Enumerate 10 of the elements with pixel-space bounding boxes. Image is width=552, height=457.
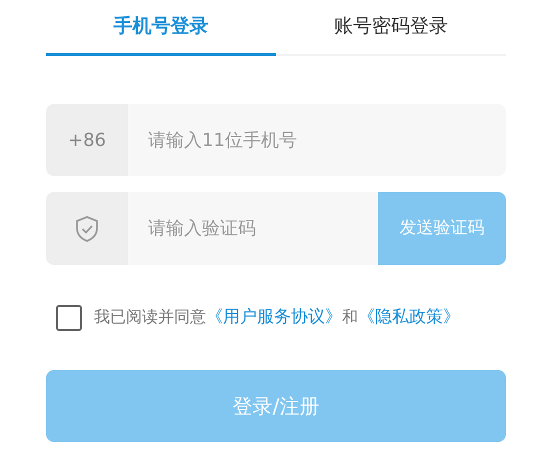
login-tab[interactable]: 账号密码登录 [276,0,506,56]
privacy-link[interactable]: 《隐私政策》 [358,307,460,328]
shield-check-icon [74,214,100,242]
phone-field[interactable]: 请输入11位手机号 [128,104,506,176]
code-field[interactable]: 请输入验证码 [128,192,378,265]
login-tab[interactable]: 手机号登录 [46,0,276,56]
agreement-checkbox[interactable] [56,305,82,331]
terms-link[interactable]: 《用户服务协议》 [206,307,342,328]
country-code: +86 [46,104,128,176]
agreement-text: 我已阅读并同意《用户服务协议》和《隐私政策》 [94,306,460,330]
